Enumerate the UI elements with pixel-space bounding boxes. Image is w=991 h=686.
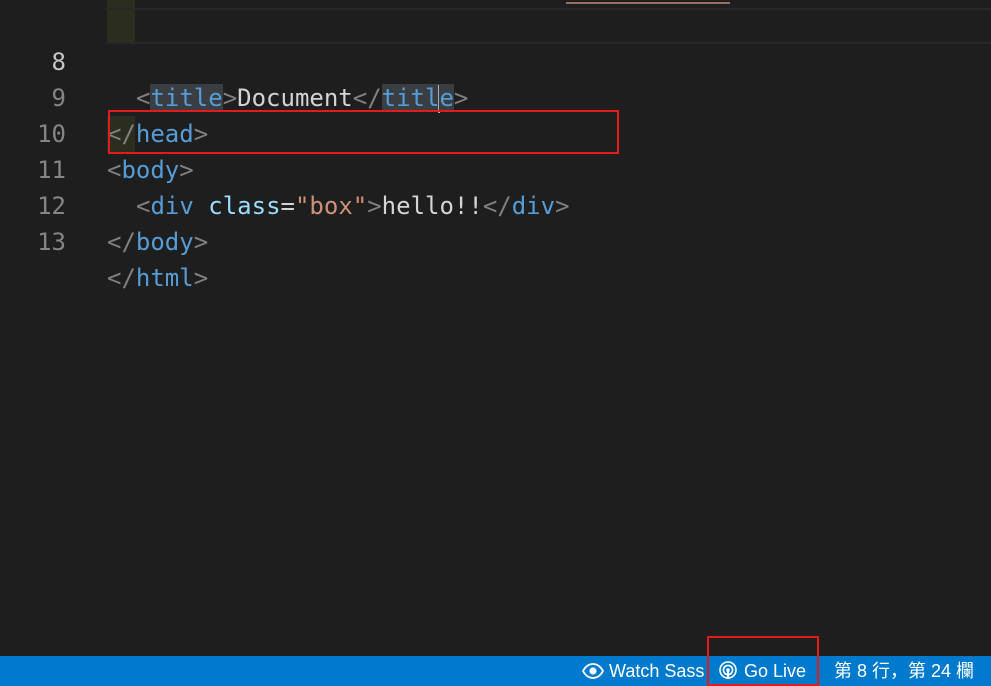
status-bar: Watch Sass Go Live 第 8 行，第 24 欄 (0, 656, 991, 686)
token-tag: html (135, 264, 194, 292)
code-editor[interactable]: 8 <title>Document</title> 9 </head> 10 <… (0, 0, 991, 656)
code-content[interactable]: </body> (107, 224, 208, 260)
token-punctuation: > (193, 264, 209, 292)
token-tag: body (135, 228, 194, 256)
token-punctuation: </ (107, 228, 136, 256)
line-number: 13 (37, 228, 66, 256)
code-line-9[interactable]: 9 </head> (0, 44, 991, 148)
watch-sass-label: Watch Sass (609, 661, 705, 681)
token-punctuation: > (193, 228, 209, 256)
watch-sass-button[interactable]: Watch Sass (582, 656, 704, 686)
code-line-12[interactable]: 12 </body> (0, 152, 991, 256)
cursor-position-label: 第 8 行，第 24 欄 (834, 661, 975, 681)
token-punctuation: </ (107, 264, 136, 292)
highlight-box-code-line (108, 110, 619, 154)
code-line-8[interactable]: 8 <title>Document</title> (0, 8, 991, 113)
eye-icon (582, 663, 604, 679)
partially-visible-line (566, 0, 730, 4)
highlight-box-go-live (707, 636, 819, 686)
code-content[interactable]: </html> (107, 260, 208, 296)
cursor-position-indicator[interactable]: 第 8 行，第 24 欄 (834, 656, 974, 686)
code-line-13[interactable]: 13 </html> (0, 188, 991, 292)
vscode-window: 8 <title>Document</title> 9 </head> 10 <… (0, 0, 991, 686)
